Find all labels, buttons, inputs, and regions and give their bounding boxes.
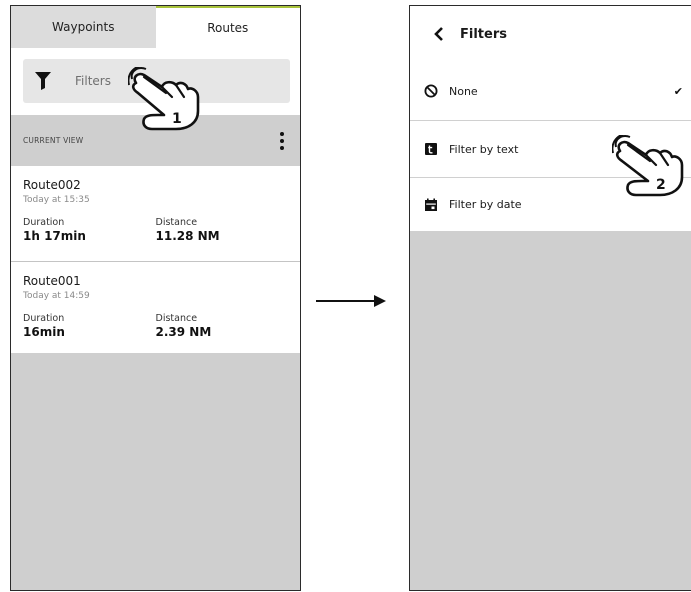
calendar-icon	[425, 198, 437, 211]
distance-value: 11.28 NM	[155, 229, 220, 243]
distance-value: 2.39 NM	[155, 325, 212, 339]
step-number: 2	[656, 177, 666, 193]
step-number: 1	[172, 111, 182, 127]
option-label: Filter by text	[449, 142, 519, 156]
distance-label: Distance	[155, 313, 198, 324]
route-time: Today at 14:59	[23, 291, 90, 301]
filters-button-label: Filters	[75, 74, 111, 88]
option-label: Filter by date	[449, 198, 522, 211]
option-label: None	[449, 84, 478, 98]
distance-label: Distance	[155, 217, 198, 228]
route-name: Route001	[23, 274, 81, 288]
tab-waypoints[interactable]: Waypoints	[11, 6, 156, 48]
duration-label: Duration	[23, 217, 65, 228]
page-title: Filters	[460, 26, 507, 42]
tap-hand-icon: 1	[128, 67, 200, 131]
tap-hand-icon: 2	[612, 135, 684, 197]
chevron-left-icon[interactable]	[432, 27, 446, 41]
filters-screen: Filters None ✔ Filter by text Filter by …	[409, 5, 691, 591]
route-item[interactable]: Route002 Today at 15:35 Duration 1h 17mi…	[11, 166, 300, 261]
tab-routes-label: Routes	[207, 21, 249, 35]
route-item[interactable]: Route001 Today at 14:59 Duration 16min D…	[11, 261, 300, 353]
filter-option-none[interactable]: None ✔	[410, 62, 691, 120]
route-list: Route002 Today at 15:35 Duration 1h 17mi…	[11, 166, 300, 353]
duration-value: 16min	[23, 325, 65, 339]
route-time: Today at 15:35	[23, 195, 90, 205]
tab-bar: Waypoints Routes	[11, 6, 300, 48]
text-icon	[425, 143, 437, 155]
funnel-icon	[35, 72, 51, 90]
duration-value: 1h 17min	[23, 229, 86, 243]
block-icon	[424, 84, 438, 98]
section-title: CURRENT VIEW	[23, 136, 84, 145]
flow-arrow-icon	[316, 295, 386, 307]
check-icon: ✔	[673, 84, 683, 98]
tab-waypoints-label: Waypoints	[52, 20, 115, 34]
duration-label: Duration	[23, 313, 65, 324]
filters-header: Filters	[410, 6, 691, 62]
tab-routes[interactable]: Routes	[155, 6, 300, 48]
kebab-menu-icon[interactable]	[276, 130, 288, 152]
route-name: Route002	[23, 178, 81, 192]
